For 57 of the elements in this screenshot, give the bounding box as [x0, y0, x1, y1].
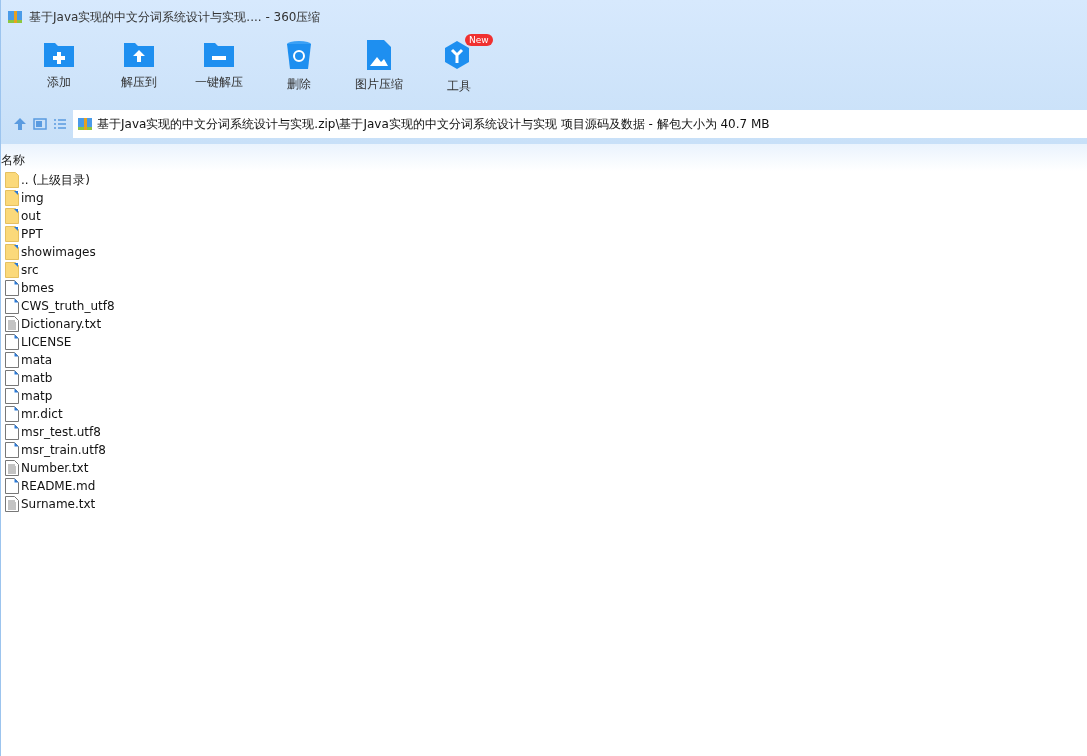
toolbar-button[interactable]: 一键解压 — [179, 34, 259, 102]
file-name[interactable]: .. (上级目录) — [21, 171, 90, 189]
toolbar-button[interactable]: New 工具 — [419, 34, 499, 102]
file-icon — [5, 334, 19, 350]
up-arrow-icon[interactable] — [13, 117, 27, 131]
image-file-icon — [367, 40, 391, 70]
address-bar[interactable]: 基于Java实现的中文分词系统设计与实现.zip\基于Java实现的中文分词系统设计与实现 项目源码及数据 - 解包大小为 40.7 MB — [73, 110, 1087, 138]
folder-shortcut-icon — [5, 262, 19, 278]
file-name[interactable]: mr.dict — [21, 407, 63, 421]
file-name[interactable]: Number.txt — [21, 461, 89, 475]
recycle-bin-icon — [286, 40, 312, 70]
file-name[interactable]: showimages — [21, 245, 96, 259]
file-icon — [5, 442, 19, 458]
file-icon — [5, 478, 19, 494]
text-file-icon — [5, 316, 19, 332]
folder-shortcut-icon — [5, 190, 19, 206]
file-name[interactable]: mata — [21, 353, 53, 367]
file-name[interactable]: LICENSE — [21, 335, 72, 349]
folder-icon — [5, 172, 19, 188]
text-file-icon — [5, 496, 19, 512]
file-icon — [5, 280, 19, 296]
file-icon — [5, 298, 19, 314]
file-icon — [5, 424, 19, 440]
toolbar-button[interactable]: 解压到 — [99, 34, 179, 102]
file-name[interactable]: CWS_truth_utf8 — [21, 299, 115, 313]
toolbar-button[interactable]: 删除 — [259, 34, 339, 102]
file-icon — [5, 388, 19, 404]
file-name[interactable]: Dictionary.txt — [21, 317, 102, 331]
archive-icon — [7, 9, 23, 25]
file-name[interactable]: Surname.txt — [21, 497, 96, 511]
new-badge: New — [465, 34, 493, 46]
file-icon — [5, 370, 19, 386]
window-title: 基于Java实现的中文分词系统设计与实现.... - 360压缩 — [29, 8, 321, 26]
folder-shortcut-icon — [5, 226, 19, 242]
file-icon — [5, 406, 19, 422]
toolbar-button[interactable]: 图片压缩 — [339, 34, 419, 102]
file-name[interactable]: bmes — [21, 281, 54, 295]
file-name[interactable]: README.md — [21, 479, 96, 493]
file-name[interactable]: matb — [21, 371, 53, 385]
thumbnail-view-icon[interactable] — [33, 117, 47, 131]
file-name[interactable]: PPT — [21, 227, 43, 241]
file-name[interactable]: src — [21, 263, 39, 277]
file-name[interactable]: matp — [21, 389, 53, 403]
folder-shortcut-icon — [5, 208, 19, 224]
file-name[interactable]: msr_test.utf8 — [21, 425, 101, 439]
folder-minus-icon — [203, 40, 235, 68]
archive-icon — [77, 116, 93, 132]
folder-upload-icon — [123, 40, 155, 68]
file-name[interactable]: msr_train.utf8 — [21, 443, 106, 457]
folder-shortcut-icon — [5, 244, 19, 260]
toolbar-button[interactable]: 添加 — [19, 34, 99, 102]
folder-plus-icon — [43, 40, 75, 68]
list-view-icon[interactable] — [53, 117, 67, 131]
file-name[interactable]: img — [21, 191, 44, 205]
text-file-icon — [5, 460, 19, 476]
file-name[interactable]: out — [21, 209, 41, 223]
file-icon — [5, 352, 19, 368]
